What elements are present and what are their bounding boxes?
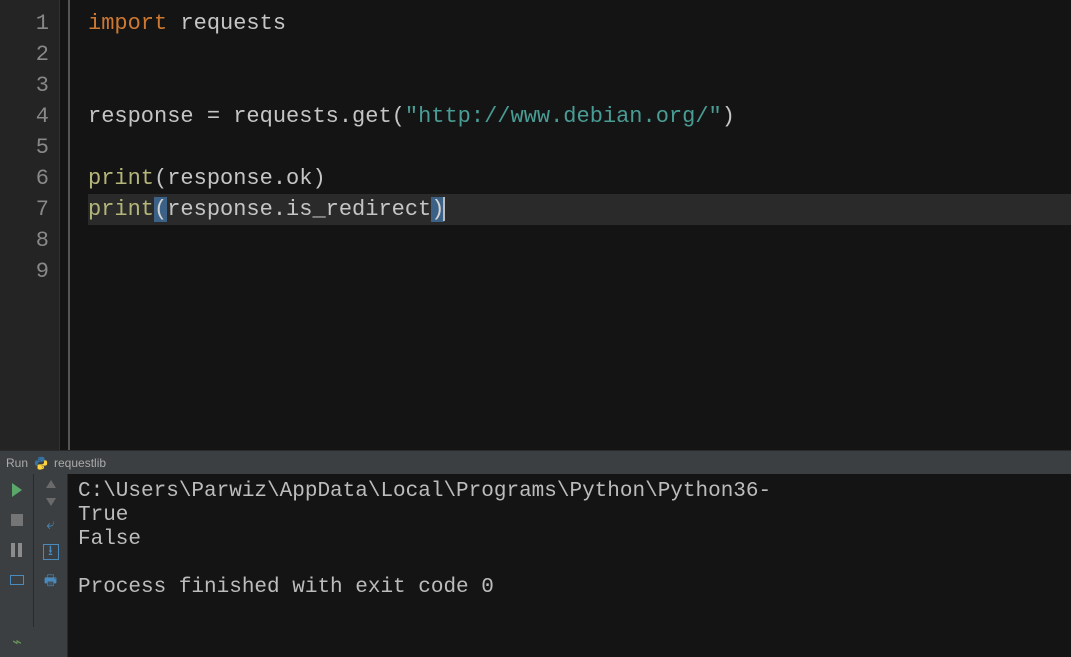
export-button[interactable]: ⭳: [43, 544, 59, 560]
console-line: Process finished with exit code 0: [78, 576, 494, 599]
stop-icon: [11, 514, 23, 526]
line-number: 4: [0, 101, 49, 132]
python-console-icon: ⌁: [12, 632, 22, 652]
console-output[interactable]: C:\Users\Parwiz\AppData\Local\Programs\P…: [68, 474, 1071, 657]
console-line: C:\Users\Parwiz\AppData\Local\Programs\P…: [78, 480, 771, 503]
run-tab-name[interactable]: requestlib: [54, 456, 106, 470]
run-console: ⤶ ⭳ 🖶 C:\Users\Parwiz\AppData\Local\Prog…: [0, 474, 1071, 657]
arrow-up-icon: [46, 480, 56, 488]
run-toolbar-mid: ⤶ ⭳ 🖶: [34, 474, 68, 657]
console-line: True: [78, 504, 128, 527]
code-editor[interactable]: 1 2 3 4 5 6 7 8 9 import requests respon…: [0, 0, 1071, 450]
layout-button[interactable]: [7, 570, 27, 590]
arrow-down-icon: [46, 498, 56, 506]
matched-bracket: (: [154, 197, 167, 222]
line-number: 2: [0, 39, 49, 70]
printer-icon: 🖶: [44, 574, 57, 590]
line-number: 9: [0, 256, 49, 287]
line-number: 7: [0, 194, 49, 225]
line-number: 8: [0, 225, 49, 256]
run-tool-header[interactable]: Run requestlib: [0, 450, 1071, 474]
line-number: 5: [0, 132, 49, 163]
line-number: 6: [0, 163, 49, 194]
code-line[interactable]: [88, 225, 1071, 256]
stop-button[interactable]: [7, 510, 27, 530]
console-line: False: [78, 528, 141, 551]
code-line-active[interactable]: print(response.is_redirect): [88, 194, 1071, 225]
play-icon: [12, 483, 22, 497]
code-line[interactable]: print(response.ok): [88, 163, 1071, 194]
python-icon: [34, 456, 48, 470]
code-line[interactable]: [88, 256, 1071, 287]
run-button[interactable]: [7, 480, 27, 500]
code-line[interactable]: [88, 132, 1071, 163]
code-line[interactable]: [88, 39, 1071, 70]
print-button[interactable]: 🖶: [44, 570, 57, 594]
line-number: 1: [0, 8, 49, 39]
code-line[interactable]: response = requests.get("http://www.debi…: [88, 101, 1071, 132]
line-number-gutter: 1 2 3 4 5 6 7 8 9: [0, 0, 60, 450]
line-number: 3: [0, 70, 49, 101]
wrap-icon: ⤶: [46, 517, 54, 534]
pause-icon: [11, 543, 22, 557]
code-content[interactable]: import requests response = requests.get(…: [70, 0, 1071, 450]
download-icon: ⭳: [43, 544, 59, 560]
layout-icon: [10, 575, 24, 585]
scroll-down-button[interactable]: [46, 498, 56, 506]
editor-margin: [60, 0, 70, 450]
bottom-corner-button[interactable]: ⌁: [0, 627, 34, 657]
code-line[interactable]: [88, 70, 1071, 101]
pause-button[interactable]: [7, 540, 27, 560]
text-cursor: [443, 197, 445, 221]
scroll-up-button[interactable]: [46, 480, 56, 488]
soft-wrap-button[interactable]: ⤶: [46, 516, 54, 534]
run-label: Run: [6, 456, 28, 470]
code-line[interactable]: import requests: [88, 8, 1071, 39]
